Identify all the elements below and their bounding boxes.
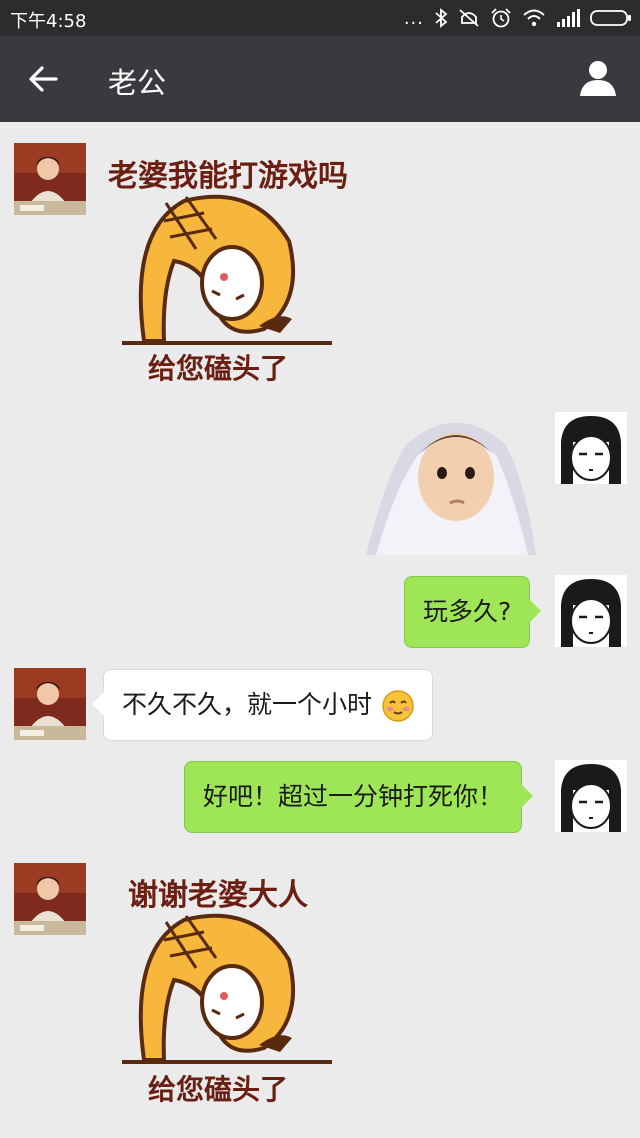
more-dots: ... — [403, 7, 424, 29]
wifi-icon — [523, 9, 545, 27]
mute-icon — [459, 9, 479, 27]
sticker-caption: 给您磕头了 — [148, 1073, 289, 1106]
status-icons: ... — [404, 7, 632, 29]
sticker-text: 谢谢老婆大人 — [128, 878, 308, 913]
contact-avatar[interactable] — [14, 863, 86, 935]
chat-title: 老公 — [108, 66, 167, 100]
received-message-bubble[interactable]: 不久不久，就一个小时 — [92, 669, 433, 741]
bluetooth-icon — [435, 8, 448, 28]
person-icon[interactable] — [578, 58, 618, 98]
contact-avatar[interactable] — [14, 668, 86, 740]
kowtow-sticker[interactable]: 谢谢老婆大人 给您磕头了 — [104, 862, 354, 1112]
my-avatar[interactable] — [555, 575, 627, 647]
message-text: 玩多久? — [423, 597, 512, 626]
baby-sticker[interactable] — [366, 415, 538, 555]
status-time: 下午4:58 — [10, 11, 87, 32]
blush-face-emoji — [382, 690, 414, 722]
kowtow-sticker[interactable]: 老婆我能打游戏吗 给您磕头了 — [104, 143, 354, 393]
sent-message-bubble[interactable]: 好吧！超过一分钟打死你！ — [184, 761, 534, 833]
title-bar: 老公 — [0, 36, 640, 122]
contact-avatar[interactable] — [14, 143, 86, 215]
sent-message-bubble[interactable]: 玩多久? — [404, 576, 542, 648]
sticker-caption: 给您磕头了 — [148, 352, 289, 385]
signal-icon — [557, 9, 580, 27]
my-avatar[interactable] — [555, 412, 627, 484]
battery-icon — [590, 10, 631, 26]
alarm-icon — [491, 8, 511, 28]
message-text: 好吧！超过一分钟打死你！ — [203, 782, 504, 811]
sticker-text: 老婆我能打游戏吗 — [108, 159, 348, 194]
my-avatar[interactable] — [555, 760, 627, 832]
kowtow-figure — [122, 913, 332, 1064]
message-text: 不久不久，就一个小时 — [122, 690, 373, 719]
status-bar: 下午4:58 ... — [0, 0, 640, 36]
arrow-left-icon[interactable] — [26, 61, 62, 97]
kowtow-figure — [122, 194, 332, 345]
